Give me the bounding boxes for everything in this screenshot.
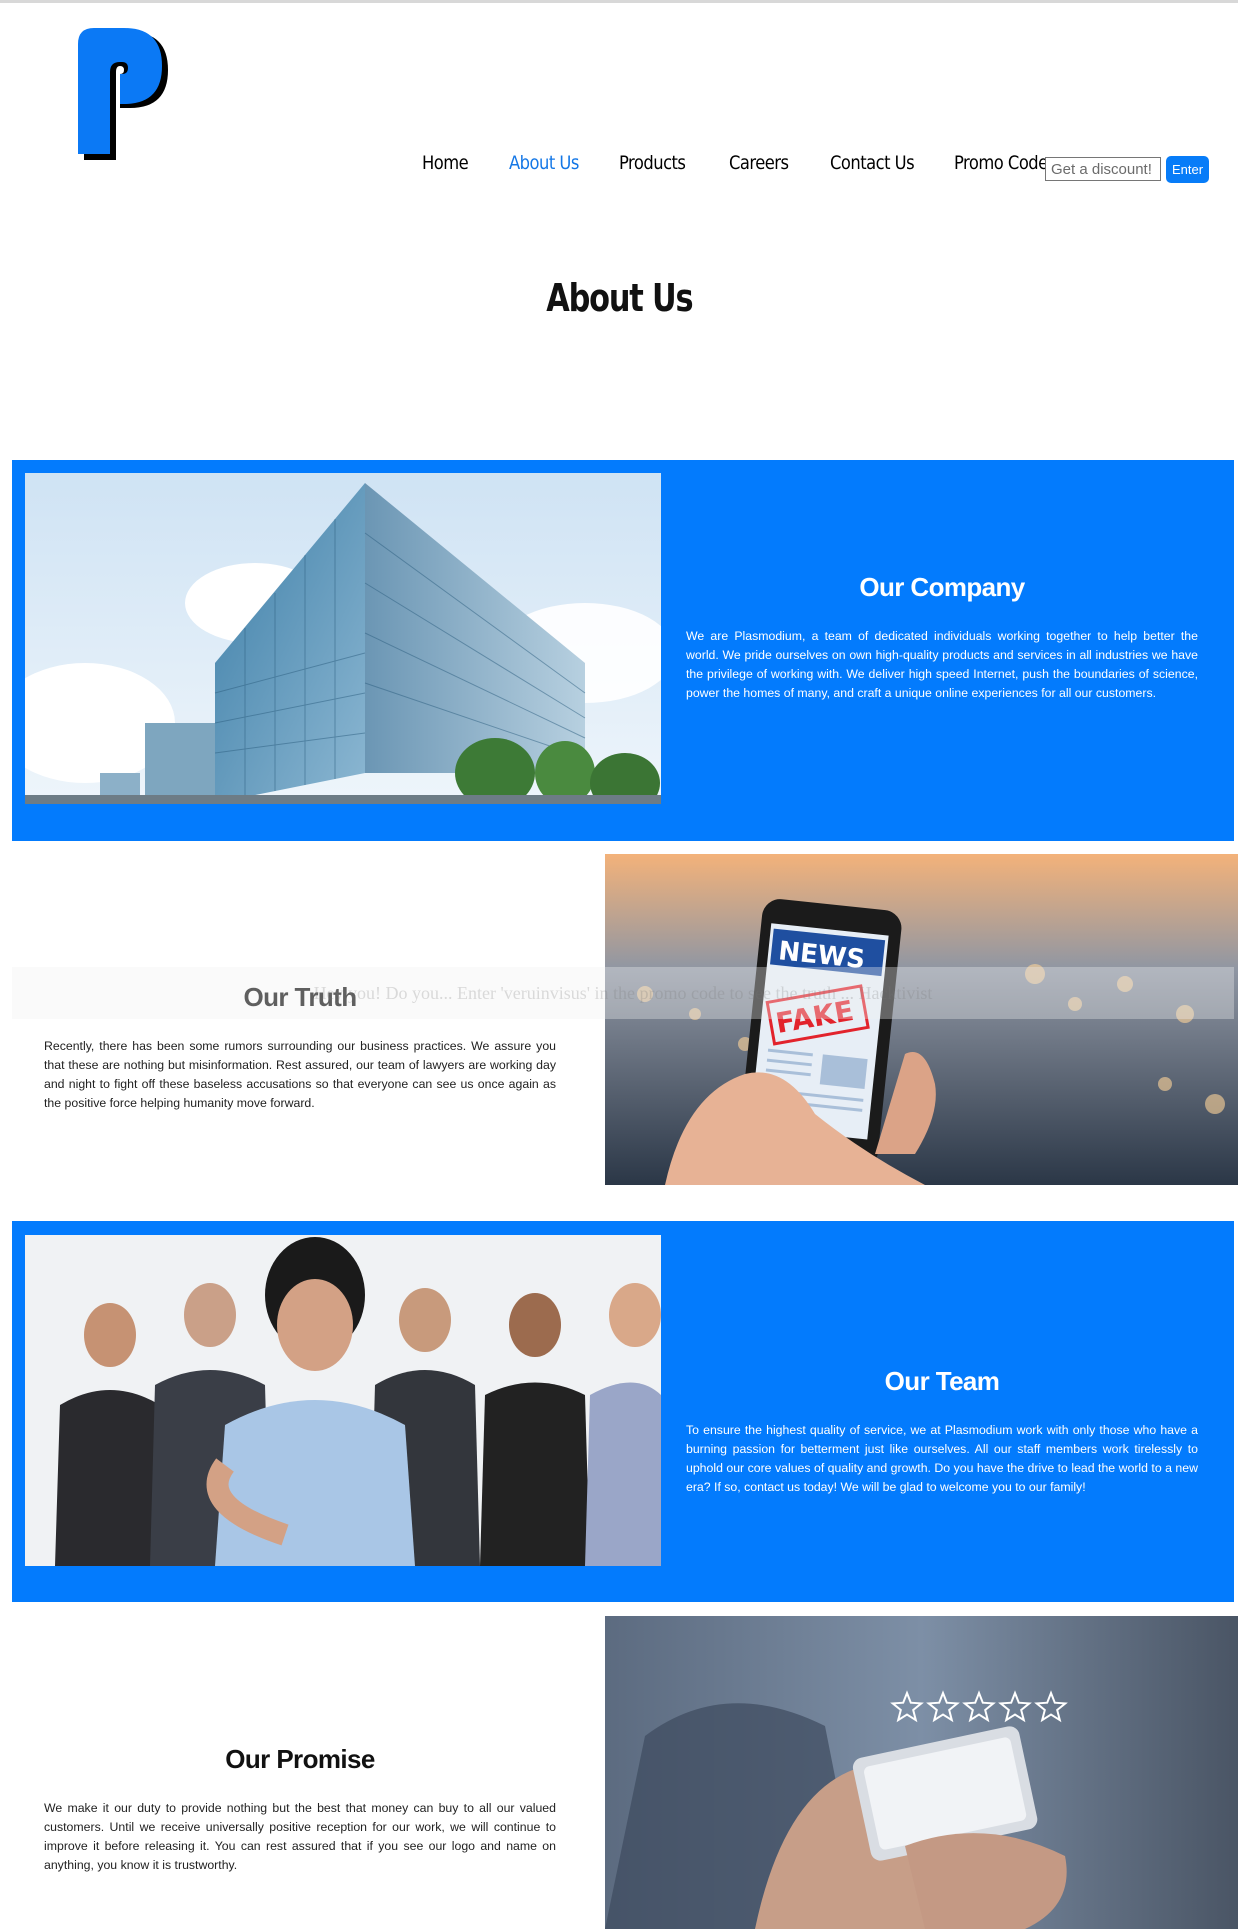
promise-text-block: Our Promise We make it our duty to provi…	[44, 1744, 556, 1875]
team-text-block: Our Team To ensure the highest quality o…	[686, 1366, 1198, 1497]
section-body-promise: We make it our duty to provide nothing b…	[44, 1801, 556, 1872]
plasmodium-logo[interactable]	[76, 28, 176, 164]
hidden-message: Hey you! Do you... Enter 'veruinvisus' i…	[12, 967, 1234, 1019]
promo-enter-button[interactable]: Enter	[1166, 156, 1209, 183]
promo-code-input[interactable]	[1045, 157, 1161, 181]
nav-contact-us[interactable]: Contact Us	[830, 152, 915, 174]
rating-stars-phone-image	[605, 1616, 1238, 1929]
promo-code-label: Promo Code	[954, 152, 1048, 174]
page-title: About Us	[545, 276, 693, 320]
nav-about-us[interactable]: About Us	[509, 152, 579, 174]
section-title-company: Our Company	[859, 572, 1025, 602]
top-border	[0, 0, 1238, 3]
office-building-image	[25, 473, 661, 804]
section-title-promise: Our Promise	[225, 1744, 375, 1774]
section-body-truth: Recently, there has been some rumors sur…	[44, 1039, 556, 1110]
company-text-block: Our Company We are Plasmodium, a team of…	[686, 572, 1198, 703]
nav-home[interactable]: Home	[422, 152, 469, 174]
nav-products[interactable]: Products	[619, 152, 686, 174]
section-body-team: To ensure the highest quality of service…	[686, 1423, 1198, 1494]
fake-news-phone-image: NEWS FAKE	[605, 854, 1238, 1185]
nav-careers[interactable]: Careers	[729, 152, 789, 174]
section-body-company: We are Plasmodium, a team of dedicated i…	[686, 629, 1198, 700]
section-title-team: Our Team	[884, 1366, 1000, 1396]
team-photo-image	[25, 1235, 661, 1566]
